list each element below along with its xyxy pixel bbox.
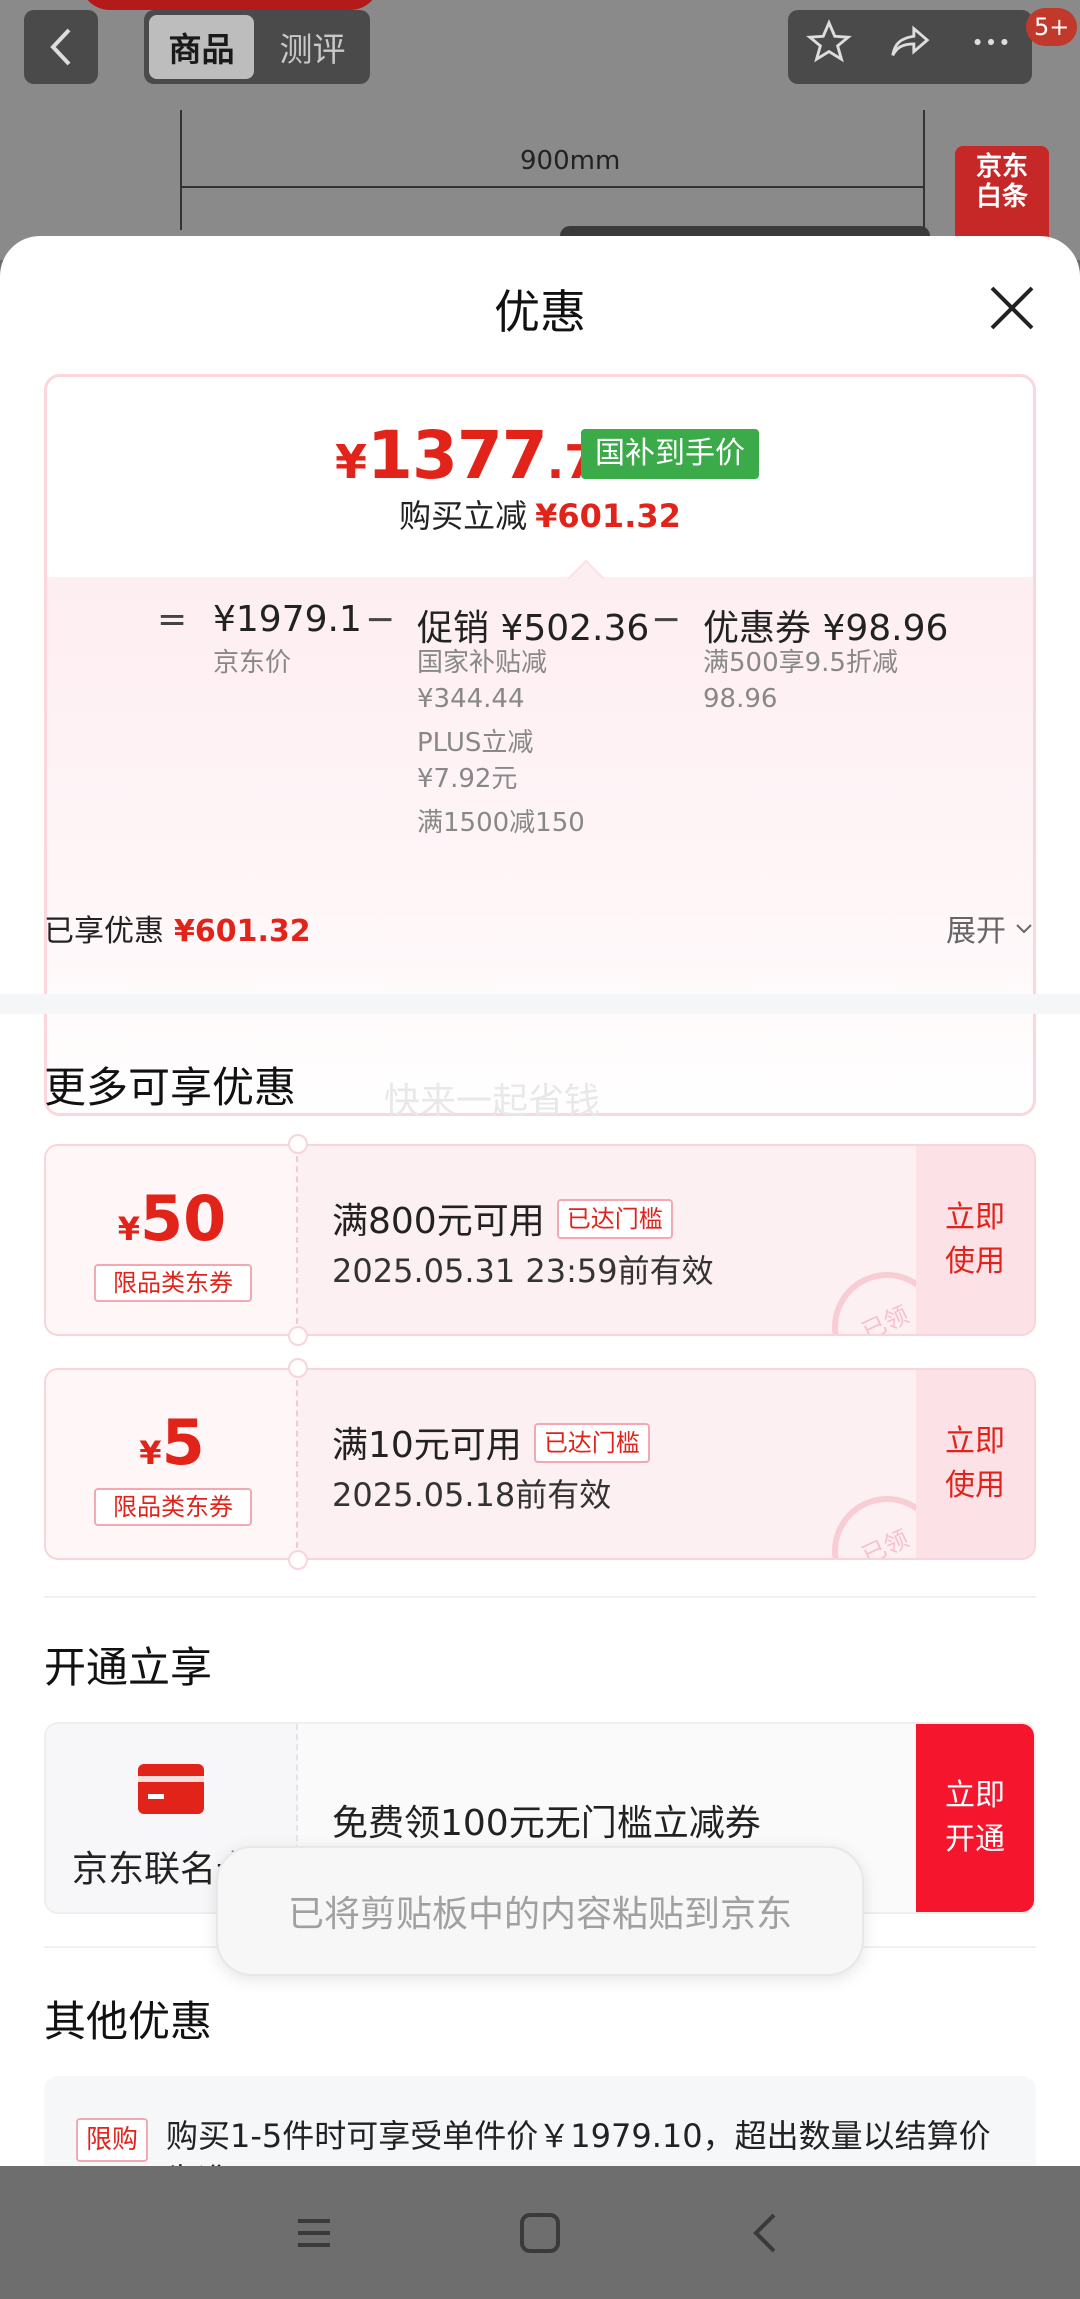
open-now-button[interactable]: 立即 开通 — [916, 1724, 1034, 1912]
enjoyed-discount: 已享优惠 ¥601.32 — [44, 906, 311, 950]
coupon-card: ¥5 限品类东券 满10元可用 已达门槛 2025.05.18前有效 已领 立即 … — [44, 1368, 1036, 1560]
threshold-reached-tag: 已达门槛 — [533, 1423, 650, 1463]
promo-item: ¥7.92元 — [417, 764, 518, 794]
dimension-line — [180, 186, 925, 188]
clipboard-toast: 已将剪贴板中的内容粘贴到京东 — [216, 1846, 864, 1976]
final-price-currency: ¥ — [335, 435, 368, 489]
notification-badge: 5+ — [1026, 8, 1078, 46]
chevron-down-icon — [1016, 924, 1032, 934]
final-price-integer: 1377 — [367, 417, 548, 494]
header-actions — [788, 10, 1032, 84]
coupon-currency: ¥ — [117, 1210, 140, 1248]
back-button[interactable] — [24, 10, 98, 84]
chevron-left-icon — [50, 28, 71, 66]
back-nav-button[interactable] — [738, 2205, 794, 2261]
other-discounts-title: 其他优惠 — [44, 1997, 213, 2046]
coupon-notch — [288, 1358, 308, 1378]
jd-price-label: 京东价 — [213, 648, 292, 678]
subsidy-price-tag: 国补到手价 — [581, 429, 759, 479]
coupon-item: 满500享9.5折减 — [703, 648, 898, 678]
promo-item: ¥344.44 — [417, 684, 525, 714]
discount-sheet: 优惠 ¥ 1377 .78 国补到手价 购买立减¥601.32 = ¥1979.… — [0, 236, 1080, 2166]
threshold-reached-tag: 已达门槛 — [556, 1199, 673, 1239]
coupon-notch — [288, 1326, 308, 1346]
coupon-notch — [288, 1134, 308, 1154]
coupon-amount-value: 5 — [161, 1406, 205, 1479]
promo-total: 促销 ¥502.36 — [417, 608, 650, 649]
use-now-button[interactable]: 立即 使用 — [916, 1370, 1034, 1558]
coupon-validity: 2025.05.18前有效 — [332, 1476, 612, 1514]
home-button[interactable] — [512, 2205, 568, 2261]
limit-tag: 限购 — [76, 2118, 149, 2162]
menu-icon — [298, 2218, 330, 2247]
expand-button[interactable]: 展开 — [946, 906, 1036, 950]
close-button[interactable] — [980, 276, 1044, 340]
baitiao-card[interactable]: 京东 白条 — [955, 146, 1049, 246]
back-triangle-icon — [753, 2213, 776, 2252]
equals-sign: = — [157, 599, 188, 640]
star-icon[interactable] — [805, 19, 852, 75]
credit-card-icon — [138, 1764, 204, 1814]
coupon-amount: ¥5 — [46, 1406, 298, 1479]
divider — [44, 1596, 1036, 1598]
close-icon — [990, 286, 1034, 330]
dimension-label: 900mm — [520, 146, 621, 176]
price-breakdown: = ¥1979.1 京东价 − 促销 ¥502.36 国家补贴减 ¥344.44… — [47, 577, 1033, 1113]
minus-sign: − — [651, 599, 682, 640]
coupon-condition: 满800元可用 已达门槛 — [332, 1192, 673, 1244]
instant-cut-label: 购买立减 — [399, 497, 528, 535]
jd-price: ¥1979.1 — [213, 599, 362, 640]
purchase-limit-box: 限购 购买1-5件时可享受单件价￥1979.10，超出数量以结算价为准 — [44, 2076, 1036, 2166]
coupon-condition-text: 满800元可用 — [332, 1201, 545, 1242]
watermark-text: 快来一起省钱 — [384, 1081, 601, 1122]
share-icon[interactable] — [887, 19, 933, 75]
coupon-kind-tag: 限品类东券 — [94, 1488, 252, 1526]
more-discounts-title: 更多可享优惠 — [44, 1063, 297, 1112]
promo-item: 满1500减150 — [417, 808, 585, 838]
more-icon[interactable] — [968, 19, 1014, 75]
tab-review[interactable]: 测评 — [260, 15, 365, 79]
card-offer-description: 免费领100元无门槛立减券 — [332, 1803, 761, 1844]
enjoyed-label: 已享优惠 — [44, 914, 164, 949]
instant-cut: 购买立减 ¥601.32 — [47, 491, 1033, 537]
product-tab-switch: 商品 测评 — [144, 10, 370, 84]
minus-sign: − — [365, 599, 396, 640]
coupon-card: ¥50 限品类东券 满800元可用 已达门槛 2025.05.31 23:59前有… — [44, 1144, 1036, 1336]
coupon-notch — [288, 1550, 308, 1570]
top-banner-strip — [80, 0, 380, 10]
coupon-condition-text: 满10元可用 — [332, 1425, 522, 1466]
coupon-amount-value: 50 — [139, 1182, 227, 1255]
tab-product[interactable]: 商品 — [149, 15, 254, 79]
coupon-currency: ¥ — [139, 1434, 162, 1472]
home-square-icon — [520, 2212, 560, 2253]
system-navigation-bar — [0, 2166, 1080, 2299]
open-benefit-title: 开通立享 — [44, 1643, 213, 1692]
sheet-title: 优惠 — [494, 285, 586, 339]
promo-item: 国家补贴减 — [417, 648, 548, 678]
coupon-amount: ¥50 — [46, 1182, 298, 1255]
dimension-line-right — [923, 110, 925, 230]
use-now-button[interactable]: 立即 使用 — [916, 1146, 1034, 1334]
price-summary-top: ¥ 1377 .78 国补到手价 购买立减¥601.32 — [47, 377, 1033, 577]
coupon-total: 优惠券 ¥98.96 — [703, 608, 949, 649]
coupon-condition: 满10元可用 已达门槛 — [332, 1416, 650, 1468]
expand-label: 展开 — [946, 914, 1006, 949]
dimension-line-left — [180, 110, 182, 230]
product-page-background: 商品 测评 5+ 900mm 京东 白条 — [0, 0, 1080, 260]
promo-item: PLUS立减 — [417, 728, 534, 758]
coupon-value-area: ¥50 限品类东券 — [46, 1146, 298, 1334]
enjoyed-value: ¥601.32 — [174, 914, 311, 949]
coupon-kind-tag: 限品类东券 — [94, 1264, 252, 1302]
menu-button[interactable] — [286, 2205, 342, 2261]
instant-cut-value: ¥601.32 — [535, 497, 681, 535]
coupon-item: 98.96 — [703, 684, 778, 714]
coupon-validity: 2025.05.31 23:59前有效 — [332, 1252, 714, 1290]
limit-description: 购买1-5件时可享受单件价￥1979.10，超出数量以结算价为准 — [166, 2117, 991, 2166]
section-divider — [0, 994, 1080, 1014]
coupon-value-area: ¥5 限品类东券 — [46, 1370, 298, 1558]
